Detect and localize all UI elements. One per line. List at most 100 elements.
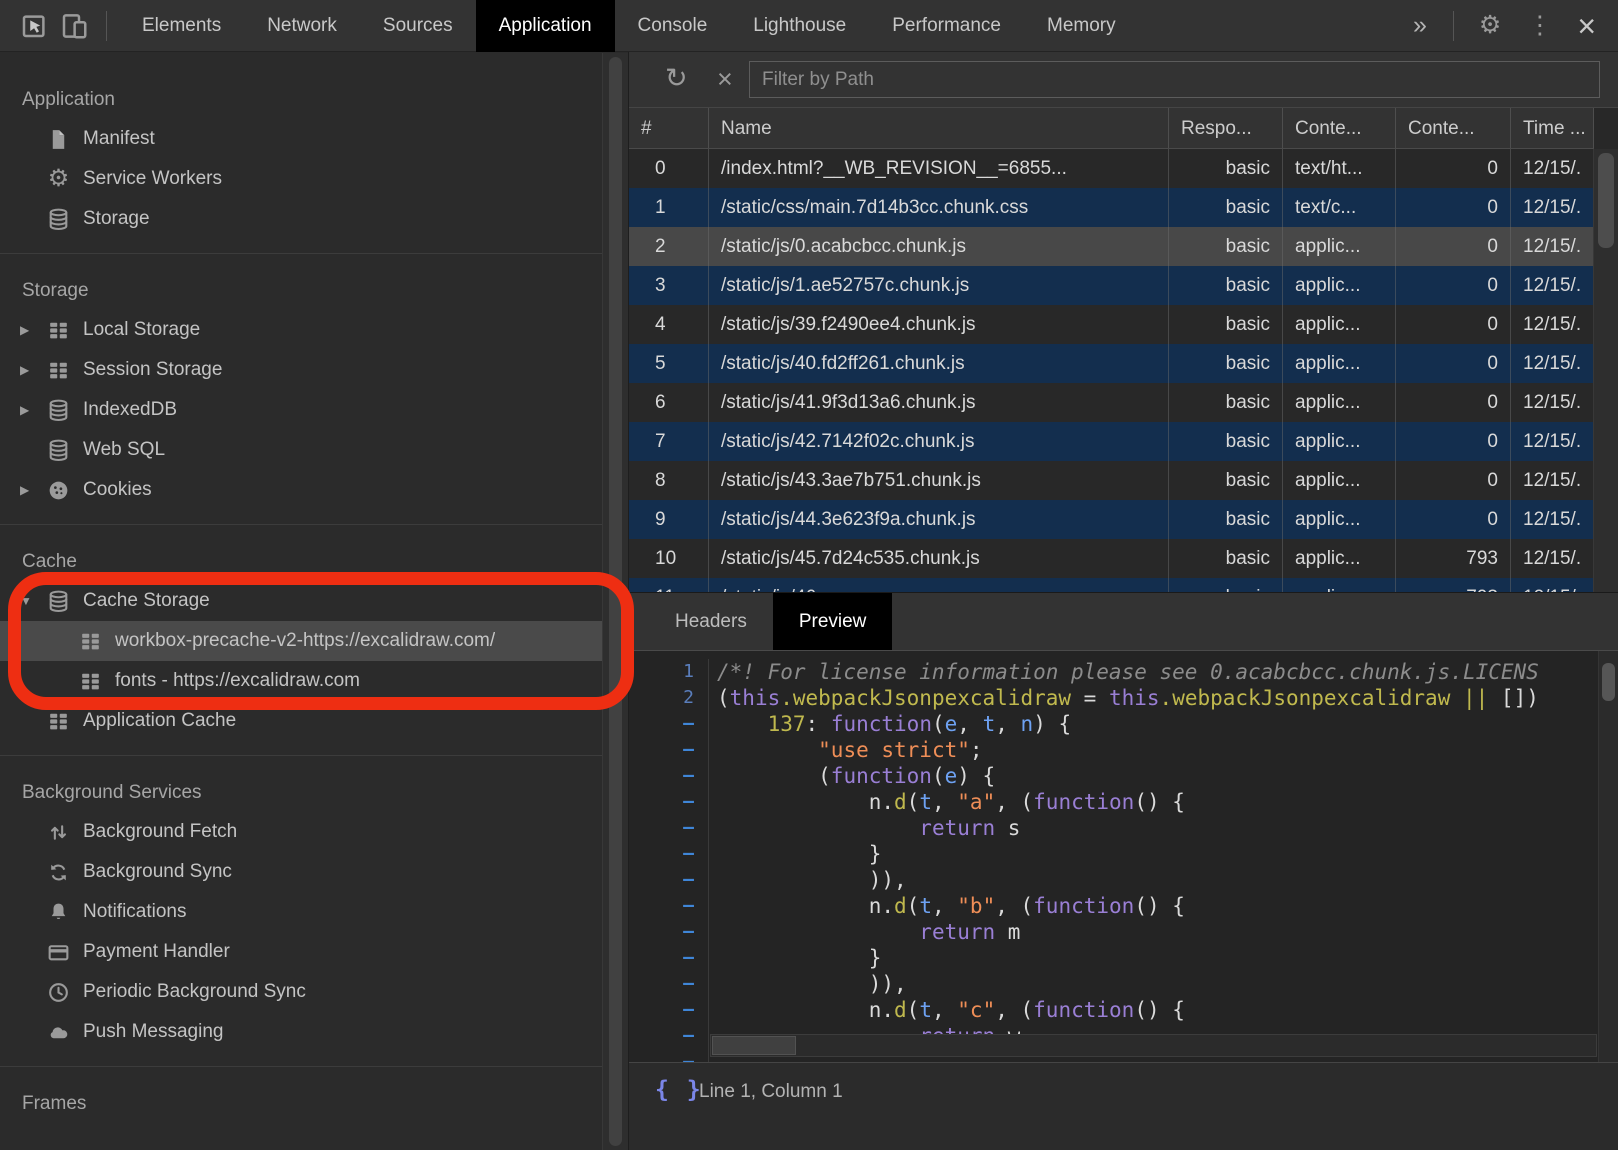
- preview-horizontal-scrollbar[interactable]: [710, 1034, 1597, 1057]
- tab-sources[interactable]: Sources: [360, 0, 476, 52]
- row-number: 7: [629, 422, 709, 461]
- sidebar-item-periodic-background-sync[interactable]: Periodic Background Sync: [0, 972, 602, 1012]
- preview-tab-headers[interactable]: Headers: [649, 593, 773, 650]
- table-row[interactable]: 2/static/js/0.acabcbcc.chunk.jsbasicappl…: [629, 227, 1594, 266]
- tab-console[interactable]: Console: [615, 0, 731, 52]
- sidebar-item-manifest[interactable]: Manifest: [0, 119, 602, 159]
- triangle-down-icon[interactable]: ▼: [20, 594, 46, 608]
- sidebar-scrollbar[interactable]: [602, 53, 628, 1150]
- column-header-conte[interactable]: Conte...: [1396, 108, 1511, 148]
- more-tabs-chevron-icon[interactable]: »: [1399, 11, 1441, 40]
- preview-horizontal-scrollbar-thumb[interactable]: [712, 1036, 796, 1055]
- code-line: – )),: [629, 971, 1598, 997]
- sidebar-item-payment-handler[interactable]: Payment Handler: [0, 932, 602, 972]
- sidebar-item-application-cache[interactable]: Application Cache: [0, 701, 602, 741]
- column-header-time[interactable]: Time ...: [1511, 108, 1594, 148]
- sidebar-item-local-storage[interactable]: ▶Local Storage: [0, 310, 602, 350]
- braces-icon[interactable]: { }: [655, 1077, 703, 1103]
- fold-dash[interactable]: –: [629, 997, 709, 1023]
- sidebar-item-cache-storage[interactable]: ▼Cache Storage: [0, 581, 602, 621]
- table-scrollbar[interactable]: [1593, 149, 1618, 592]
- fold-dash[interactable]: –: [629, 893, 709, 919]
- kebab-menu-icon[interactable]: ⋮: [1514, 13, 1565, 38]
- entry-time: 12/15/.: [1511, 461, 1594, 500]
- sidebar-item-background-sync[interactable]: Background Sync: [0, 852, 602, 892]
- sidebar-item-workbox-precache-v2-https-excalidraw-com[interactable]: workbox-precache-v2-https://excalidraw.c…: [0, 621, 602, 661]
- status-bar: { } Line 1, Column 1: [629, 1062, 1618, 1150]
- table-row[interactable]: 11/static/js/46...basicapplic...79312/15…: [629, 578, 1594, 592]
- tab-lighthouse[interactable]: Lighthouse: [730, 0, 869, 52]
- triangle-right-icon[interactable]: ▶: [20, 363, 46, 377]
- response-type: basic: [1169, 149, 1283, 188]
- sidebar-item-web-sql[interactable]: Web SQL: [0, 430, 602, 470]
- filter-by-path-input[interactable]: [749, 61, 1600, 98]
- table-row[interactable]: 4/static/js/39.f2490ee4.chunk.jsbasicapp…: [629, 305, 1594, 344]
- fold-dash[interactable]: –: [629, 841, 709, 867]
- fold-dash[interactable]: –: [629, 919, 709, 945]
- clear-icon[interactable]: ×: [717, 64, 733, 95]
- preview-vertical-scrollbar-thumb[interactable]: [1602, 663, 1615, 701]
- sidebar-item-push-messaging[interactable]: Push Messaging: [0, 1012, 602, 1052]
- fold-dash[interactable]: –: [629, 971, 709, 997]
- table-row[interactable]: 0/index.html?__WB_REVISION__=6855...basi…: [629, 149, 1594, 188]
- table-scrollbar-thumb[interactable]: [1598, 153, 1614, 248]
- code-preview: 1/*! For license information please see …: [629, 651, 1598, 1062]
- table-row[interactable]: 8/static/js/43.3ae7b751.chunk.jsbasicapp…: [629, 461, 1594, 500]
- tab-memory[interactable]: Memory: [1024, 0, 1139, 52]
- table-row[interactable]: 9/static/js/44.3e623f9a.chunk.jsbasicapp…: [629, 500, 1594, 539]
- tab-elements[interactable]: Elements: [119, 0, 244, 52]
- table-row[interactable]: 3/static/js/1.ae52757c.chunk.jsbasicappl…: [629, 266, 1594, 305]
- sidebar-item-notifications[interactable]: Notifications: [0, 892, 602, 932]
- fold-dash[interactable]: –: [629, 1023, 709, 1049]
- sidebar-item-session-storage[interactable]: ▶Session Storage: [0, 350, 602, 390]
- sidebar-item-background-fetch[interactable]: Background Fetch: [0, 812, 602, 852]
- database-icon: [46, 207, 71, 232]
- code-text: )),: [709, 971, 907, 997]
- sidebar-scrollbar-thumb[interactable]: [609, 57, 622, 1146]
- cache-toolbar: ↻ ×: [629, 52, 1618, 108]
- fold-dash[interactable]: –: [629, 815, 709, 841]
- code-text: n.d(t, "a", (function() {: [709, 789, 1185, 815]
- triangle-right-icon[interactable]: ▶: [20, 403, 46, 417]
- column-header-num[interactable]: #: [629, 108, 709, 148]
- fold-dash[interactable]: –: [629, 711, 709, 737]
- close-devtools-icon[interactable]: ×: [1565, 10, 1608, 42]
- preview-vertical-scrollbar[interactable]: [1598, 651, 1618, 1062]
- row-number: 8: [629, 461, 709, 500]
- fold-dash[interactable]: –: [629, 737, 709, 763]
- tab-application[interactable]: Application: [476, 0, 615, 52]
- sidebar-item-fonts-https-excalidraw-com[interactable]: fonts - https://excalidraw.com: [0, 661, 602, 701]
- triangle-right-icon[interactable]: ▶: [20, 323, 46, 337]
- table-row[interactable]: 10/static/js/45.7d24c535.chunk.jsbasicap…: [629, 539, 1594, 578]
- column-header-conte[interactable]: Conte...: [1283, 108, 1396, 148]
- entry-time: 12/15/.: [1511, 188, 1594, 227]
- fold-dash[interactable]: –: [629, 789, 709, 815]
- sidebar-item-indexeddb[interactable]: ▶IndexedDB: [0, 390, 602, 430]
- fold-dash[interactable]: –: [629, 763, 709, 789]
- column-header-respo[interactable]: Respo...: [1169, 108, 1283, 148]
- fold-dash[interactable]: –: [629, 1049, 709, 1062]
- code-text: )),: [709, 867, 907, 893]
- device-toolbar-icon[interactable]: [54, 6, 94, 46]
- table-row[interactable]: 5/static/js/40.fd2ff261.chunk.jsbasicapp…: [629, 344, 1594, 383]
- triangle-right-icon[interactable]: ▶: [20, 483, 46, 497]
- preview-tab-preview[interactable]: Preview: [773, 593, 893, 650]
- sidebar-item-service-workers[interactable]: ⚙Service Workers: [0, 159, 602, 199]
- cache-storage-panel: ↻ × #NameRespo...Conte...Conte...Time ..…: [628, 52, 1618, 1150]
- table-row[interactable]: 6/static/js/41.9f3d13a6.chunk.jsbasicapp…: [629, 383, 1594, 422]
- column-header-name[interactable]: Name: [709, 108, 1169, 148]
- entry-time: 12/15/.: [1511, 266, 1594, 305]
- table-row[interactable]: 1/static/css/main.7d14b3cc.chunk.cssbasi…: [629, 188, 1594, 227]
- sidebar-item-storage[interactable]: Storage: [0, 199, 602, 239]
- fold-dash[interactable]: –: [629, 867, 709, 893]
- settings-gear-icon[interactable]: ⚙: [1466, 13, 1514, 38]
- fold-dash[interactable]: –: [629, 945, 709, 971]
- refresh-icon[interactable]: ↻: [665, 63, 688, 94]
- sidebar-item-cookies[interactable]: ▶Cookies: [0, 470, 602, 510]
- table-row[interactable]: 7/static/js/42.7142f02c.chunk.jsbasicapp…: [629, 422, 1594, 461]
- tab-network[interactable]: Network: [244, 0, 360, 52]
- clock-icon: [46, 980, 71, 1005]
- tab-performance[interactable]: Performance: [869, 0, 1024, 52]
- inspect-element-icon[interactable]: [14, 6, 54, 46]
- content-length: 0: [1396, 305, 1511, 344]
